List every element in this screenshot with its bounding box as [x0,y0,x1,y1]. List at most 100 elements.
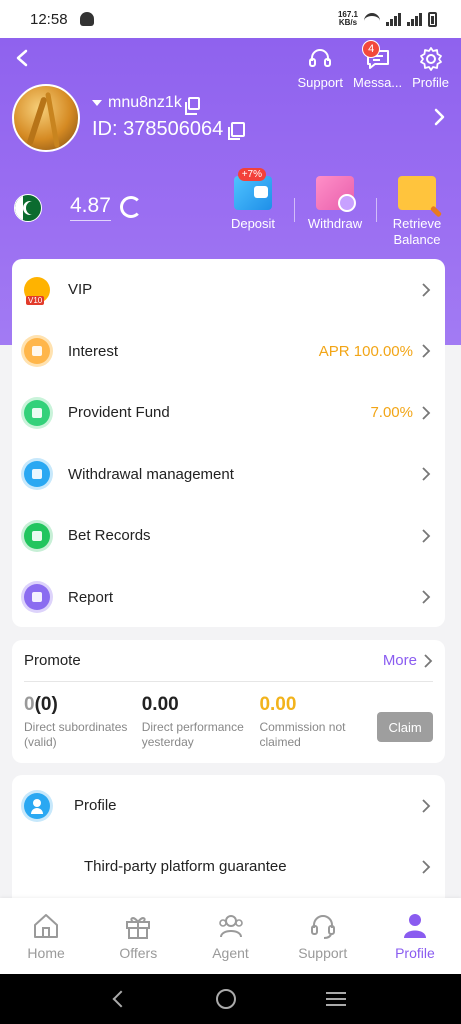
system-recents-icon[interactable] [326,992,347,1006]
interest-value: APR 100.00% [318,342,413,360]
user-icon [24,792,50,819]
nav-offers[interactable]: Offers [92,898,184,974]
deposit-bonus-badge: +7% [237,168,266,181]
menu-label: VIP [68,281,93,299]
claim-button[interactable]: Claim [377,712,434,742]
nav-home-label: Home [27,945,65,961]
nav-agent-label: Agent [212,945,249,961]
caret-down-icon [92,100,102,106]
user-id-row: ID: 378506064 [92,118,246,141]
menu-item-interest[interactable]: Interest APR 100.00% [12,321,445,383]
support-button[interactable]: Support [297,46,343,90]
deposit-button[interactable]: +7% Deposit [212,168,294,248]
avatar[interactable] [12,84,80,152]
vip-crown-icon [24,276,50,305]
performance-desc: Direct performance yesterday [141,720,244,749]
menu-card: VIP Interest APR 100.00% Provident Fund … [12,259,445,627]
more-button[interactable]: More [383,652,433,669]
settings-button[interactable]: Profile [412,46,449,90]
net-speed-unit: KB/s [338,18,358,27]
menu-item-bet-records[interactable]: Bet Records [12,505,445,567]
home-icon [34,914,59,938]
chevron-right-icon [422,859,431,874]
card-icon [316,176,356,212]
fund-icon [24,399,50,426]
messages-button[interactable]: 4 Messa... [353,40,403,90]
menu-label: Report [68,588,114,606]
agent-icon [218,915,243,938]
chevron-right-icon [422,590,431,604]
promote-stats: 0(0) Direct subordinates (valid) 0.00 Di… [24,682,434,750]
performance-value: 0.00 [141,694,179,715]
report-chart-icon [24,584,50,611]
status-right: 167.1 KB/s [338,11,437,27]
chevron-right-icon [422,798,431,813]
signal-icon [386,12,401,26]
subordinates-main: 0 [24,694,35,715]
nav-support[interactable]: Support [277,898,369,974]
chevron-right-icon [422,529,431,543]
wifi-icon [364,13,380,25]
net-speed: 167.1 KB/s [338,11,358,27]
gear-icon [419,47,442,71]
chevron-right-icon [424,653,433,668]
menu-item-withdrawal-management[interactable]: Withdrawal management [12,444,445,506]
messages-label: Messa... [353,75,403,90]
stat-commission: 0.00 Commission not claimed [259,694,377,750]
system-home-icon[interactable] [216,989,237,1009]
copy-id-icon[interactable] [228,122,246,140]
nav-agent[interactable]: Agent [184,898,276,974]
piggy-bank-icon [24,338,50,365]
headset-icon [309,49,332,67]
stat-performance: 0.00 Direct performance yesterday [142,694,260,750]
snapchat-notification-icon [79,12,94,26]
menu-item-report[interactable]: Report [12,567,445,629]
stat-subordinates: 0(0) Direct subordinates (valid) [24,694,142,750]
copy-icon[interactable] [184,96,200,115]
wallet-icon: +7% [234,168,272,210]
person-icon [403,914,426,938]
system-back-icon[interactable] [112,990,130,1008]
profile-item[interactable]: Profile [12,775,445,836]
nav-profile-label: Profile [395,945,435,961]
balance-amount: 4.87 [70,194,111,221]
commission-desc: Commission not claimed [259,720,346,749]
signal-icon-2 [407,12,422,26]
refresh-icon[interactable] [120,196,142,218]
menu-label: Withdrawal management [68,465,234,483]
headset-icon [310,915,335,939]
withdraw-button[interactable]: Withdraw [294,176,376,248]
guarantee-label: Third-party platform guarantee [84,858,287,875]
chevron-left-icon [16,49,28,67]
promote-header: Promote More [24,640,433,682]
chevron-right-icon [422,344,431,358]
retrieve-balance-button[interactable]: Retrieve Balance [376,176,458,248]
nav-offers-label: Offers [119,945,158,961]
more-label: More [382,652,417,669]
system-navigation [0,974,461,1024]
wallet-actions: +7% Deposit Withdraw Retrieve Balance [212,168,458,248]
header-profile-label: Profile [412,75,449,90]
deposit-label: Deposit [230,216,276,231]
gift-icon [126,917,151,939]
pakistan-flag-icon [14,194,42,222]
status-time: 12:58 [30,10,68,28]
username-row[interactable]: mnu8nz1k [92,94,200,115]
menu-item-provident-fund[interactable]: Provident Fund 7.00% [12,382,445,444]
menu-item-vip[interactable]: VIP [12,259,445,321]
document-icon [24,522,50,549]
chevron-right-icon[interactable] [433,108,445,126]
profile-item-label: Profile [74,797,117,814]
bottom-navigation: Home Offers Agent Support Profile [0,898,461,974]
subordinates-desc: Direct subordinates (valid) [24,720,128,749]
chevron-right-icon [422,283,431,297]
profile-card: Profile Third-party platform guarantee [12,775,445,915]
provident-value: 7.00% [370,404,413,422]
back-button[interactable] [10,46,34,70]
user-id: ID: 378506064 [92,118,224,140]
username: mnu8nz1k [108,94,182,111]
third-party-guarantee-item[interactable]: Third-party platform guarantee [12,836,445,897]
nav-profile[interactable]: Profile [369,898,461,974]
nav-home[interactable]: Home [0,898,92,974]
wallet-card-icon [24,461,50,488]
